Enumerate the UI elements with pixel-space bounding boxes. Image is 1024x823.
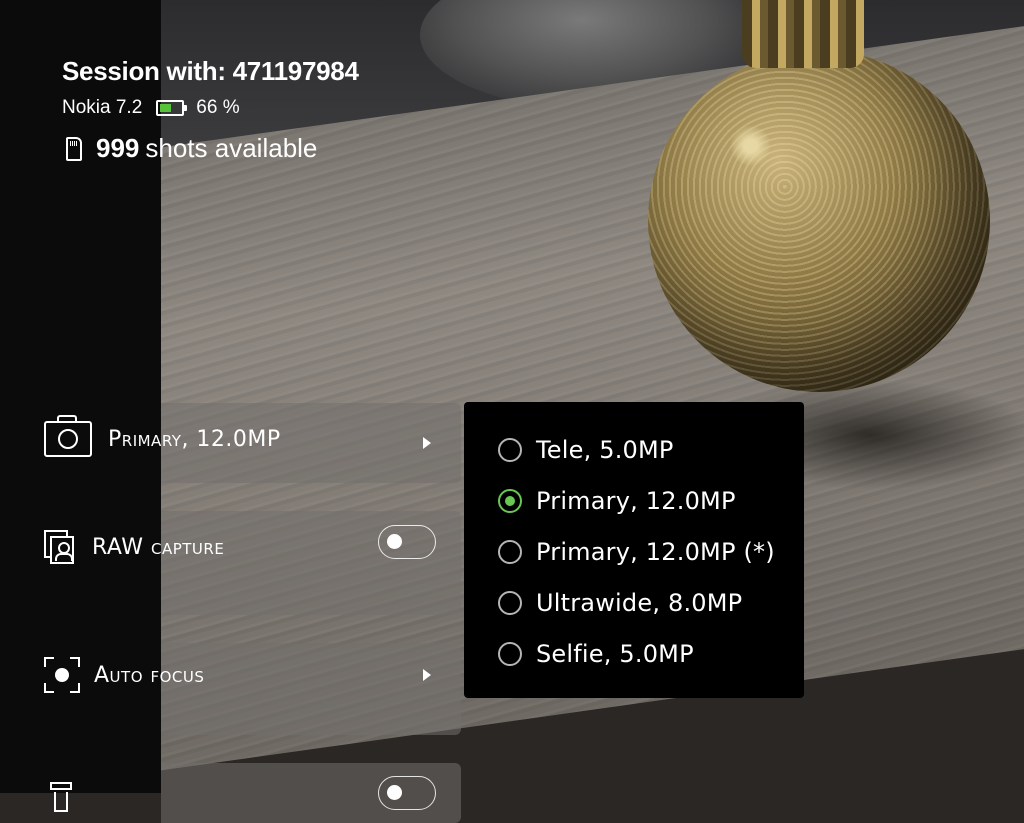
camera-option-label: Primary, 12.0MP (*) [536,538,775,566]
camera-option-label: Primary, 12.0MP [536,487,736,515]
setting-camera-label: Primary, 12.0MP [108,426,281,452]
setting-auto-focus[interactable] [161,643,461,735]
setting-raw-content: RAW capture [44,530,224,564]
camera-option[interactable]: Primary, 12.0MP [498,487,736,515]
camera-option[interactable]: Selfie, 5.0MP [498,640,694,668]
camera-selection-menu: Tele, 5.0MP Primary, 12.0MP Primary, 12.0M… [464,402,804,698]
radio-unchecked-icon[interactable] [498,540,522,564]
setting-focus-label: Auto focus [94,662,205,688]
camera-option-label: Ultrawide, 8.0MP [536,589,743,617]
camera-option[interactable]: Primary, 12.0MP (*) [498,538,775,566]
flash-icon [50,782,72,812]
camera-option[interactable]: Ultrawide, 8.0MP [498,589,742,617]
session-header: Session with: 471197984 Nokia 7.2 66 % 9… [62,56,359,164]
battery-level-fill [160,104,171,112]
setting-raw-label: RAW capture [92,534,225,560]
radio-unchecked-icon[interactable] [498,642,522,666]
toggle-knob [387,534,402,549]
raw-capture-icon [44,530,74,564]
battery-icon [156,100,188,116]
shots-available-row: 999 shots available [62,133,359,164]
setting-focus-content: Auto focus [44,657,204,693]
battery-percent: 66 % [196,97,240,118]
camera-option-label: Tele, 5.0MP [536,436,674,464]
auto-focus-icon [44,657,80,693]
raw-capture-toggle[interactable] [378,525,436,559]
shots-count: 999 [96,133,140,163]
device-status-row: Nokia 7.2 66 % [62,97,359,119]
radio-unchecked-icon[interactable] [498,591,522,615]
session-title: Session with: 471197984 [62,56,359,86]
camera-icon [44,415,92,457]
flash-toggle[interactable] [378,776,436,810]
viewfinder-bauble-cap [742,0,864,68]
camera-option[interactable]: Tele, 5.0MP [498,436,674,464]
submenu-arrow-icon[interactable] [423,437,431,449]
radio-checked-icon[interactable] [498,489,522,513]
shots-label: shots available [145,133,318,163]
setting-flash-content [50,782,72,812]
sd-card-icon [66,136,82,161]
radio-unchecked-icon[interactable] [498,438,522,462]
camera-option-label: Selfie, 5.0MP [536,640,694,668]
setting-camera-content: Primary, 12.0MP [44,415,281,457]
device-name: Nokia 7.2 [62,97,143,118]
viewfinder-gold-bauble [648,50,990,392]
submenu-arrow-icon[interactable] [423,669,431,681]
